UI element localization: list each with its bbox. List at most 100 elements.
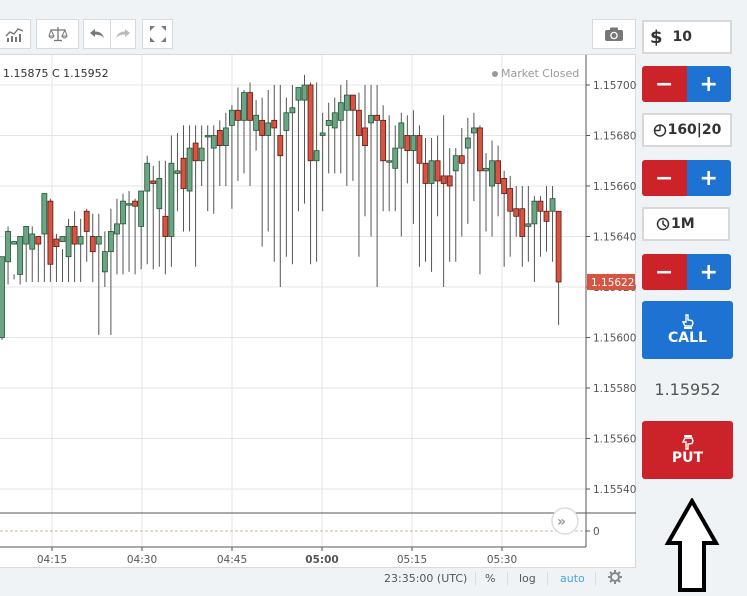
candle bbox=[168, 135, 175, 267]
last-price-label: 1.15622 bbox=[591, 277, 634, 289]
market-status-text: Market Closed bbox=[501, 67, 580, 80]
candle-body-down bbox=[47, 200, 54, 265]
redo-button[interactable] bbox=[110, 19, 136, 49]
log-toggle[interactable]: log bbox=[519, 572, 536, 585]
candle bbox=[543, 186, 550, 252]
candle bbox=[17, 236, 24, 285]
percent-toggle[interactable]: % bbox=[485, 572, 495, 585]
candle bbox=[555, 210, 562, 325]
scroll-to-latest-button[interactable]: » bbox=[551, 507, 579, 535]
timeframe-decrease-button[interactable]: − bbox=[642, 254, 687, 290]
timeframe-increase-button[interactable]: + bbox=[686, 254, 731, 290]
undo-button[interactable] bbox=[83, 19, 110, 49]
candle-body-up bbox=[283, 112, 290, 131]
candle bbox=[343, 79, 350, 186]
put-button[interactable]: PUT bbox=[642, 421, 733, 479]
candle-body-down bbox=[422, 162, 429, 184]
candle-body-up bbox=[108, 231, 114, 253]
candle-body-up bbox=[428, 160, 435, 184]
candle bbox=[192, 125, 199, 267]
candle-body-up bbox=[241, 92, 247, 121]
candle bbox=[440, 115, 447, 287]
candle-body-down bbox=[35, 236, 42, 245]
x-tick-label: 05:30 bbox=[487, 554, 517, 566]
y-tick-label: 1.15640 bbox=[593, 232, 636, 244]
candle-body-down bbox=[247, 92, 253, 121]
screenshot-button[interactable] bbox=[592, 19, 636, 49]
candle-body-down bbox=[192, 142, 199, 162]
candle bbox=[41, 193, 48, 282]
candle-body-down bbox=[543, 210, 550, 222]
chart-bottom-bar: 23:35:00 (UTC) % log auto bbox=[0, 567, 636, 589]
volume-axis-label: 0 bbox=[593, 526, 600, 538]
candle-body-up bbox=[11, 241, 18, 245]
dollar-icon: $ bbox=[650, 26, 663, 48]
candle-body-down bbox=[513, 208, 520, 217]
amount-increase-button[interactable]: + bbox=[686, 66, 731, 102]
candle-body-up bbox=[138, 190, 145, 227]
candle-body-up bbox=[198, 147, 205, 162]
gear-icon bbox=[608, 570, 622, 584]
payout-decrease-button[interactable]: − bbox=[642, 160, 687, 196]
candle bbox=[519, 186, 526, 267]
x-tick-label: 05:00 bbox=[305, 554, 338, 566]
candle-body-down bbox=[277, 135, 284, 157]
candle bbox=[513, 186, 520, 237]
candle bbox=[452, 148, 459, 262]
candle bbox=[174, 132, 181, 212]
utc-time: 23:35:00 (UTC) bbox=[384, 572, 468, 585]
candle-body-down bbox=[501, 178, 508, 194]
timeframe-input[interactable]: 1M bbox=[642, 207, 730, 241]
candle-body-up bbox=[228, 109, 235, 126]
amount-decrease-button[interactable]: − bbox=[642, 66, 687, 102]
candle-body-up bbox=[168, 162, 175, 237]
candle bbox=[422, 138, 429, 262]
candle-body-up bbox=[0, 256, 5, 338]
settings-button[interactable] bbox=[608, 570, 622, 587]
candlestick-chart[interactable]: 1.157001.156801.156601.156401.156201.156… bbox=[0, 55, 636, 567]
x-tick-label: 05:15 bbox=[397, 554, 427, 566]
candle-body-down bbox=[216, 130, 223, 146]
candle-body-up bbox=[174, 170, 181, 174]
call-label: CALL bbox=[668, 330, 707, 346]
indicators-button[interactable] bbox=[0, 19, 31, 49]
candle-body-up bbox=[331, 112, 338, 129]
amount-input[interactable]: $ 10 bbox=[642, 20, 732, 54]
amount-value: 10 bbox=[672, 29, 693, 45]
candle-body-up bbox=[386, 160, 393, 163]
candle-body-up bbox=[392, 147, 399, 169]
payout-stepper: − + bbox=[642, 160, 731, 196]
time-axis: 04:15 04:30 04:45 05:00 05:15 05:30 bbox=[37, 547, 517, 566]
candle bbox=[5, 226, 11, 285]
candle-body-up bbox=[186, 147, 193, 192]
camera-icon bbox=[605, 27, 623, 41]
candle bbox=[210, 125, 217, 214]
candle bbox=[392, 125, 399, 212]
candle-body-up bbox=[120, 200, 126, 225]
compare-button[interactable] bbox=[36, 19, 79, 49]
fullscreen-button[interactable] bbox=[142, 19, 173, 49]
candle-body-up bbox=[398, 122, 405, 149]
timeframe-value: 1M bbox=[671, 216, 695, 232]
candle bbox=[349, 94, 356, 181]
candle bbox=[531, 196, 538, 282]
candle bbox=[458, 127, 465, 237]
y-tick-label: 1.15680 bbox=[593, 131, 636, 143]
candle-body-up bbox=[319, 132, 326, 136]
payout-input[interactable]: 160|20 bbox=[642, 113, 732, 147]
candle-body-down bbox=[150, 180, 157, 184]
candle bbox=[416, 125, 423, 267]
candle bbox=[228, 105, 235, 209]
auto-toggle[interactable]: auto bbox=[560, 572, 585, 585]
candle-body-up bbox=[265, 122, 272, 136]
candle-body-up bbox=[41, 193, 48, 235]
price-chart[interactable]: 1.157001.156801.156601.156401.156201.156… bbox=[0, 54, 636, 589]
pie-timer-icon bbox=[653, 124, 666, 137]
candle bbox=[301, 74, 308, 204]
candle bbox=[11, 241, 18, 280]
payout-increase-button[interactable]: + bbox=[686, 160, 731, 196]
candle-body-up bbox=[337, 102, 344, 121]
candle bbox=[216, 120, 223, 186]
candle bbox=[525, 186, 532, 262]
call-button[interactable]: CALL bbox=[642, 301, 733, 359]
